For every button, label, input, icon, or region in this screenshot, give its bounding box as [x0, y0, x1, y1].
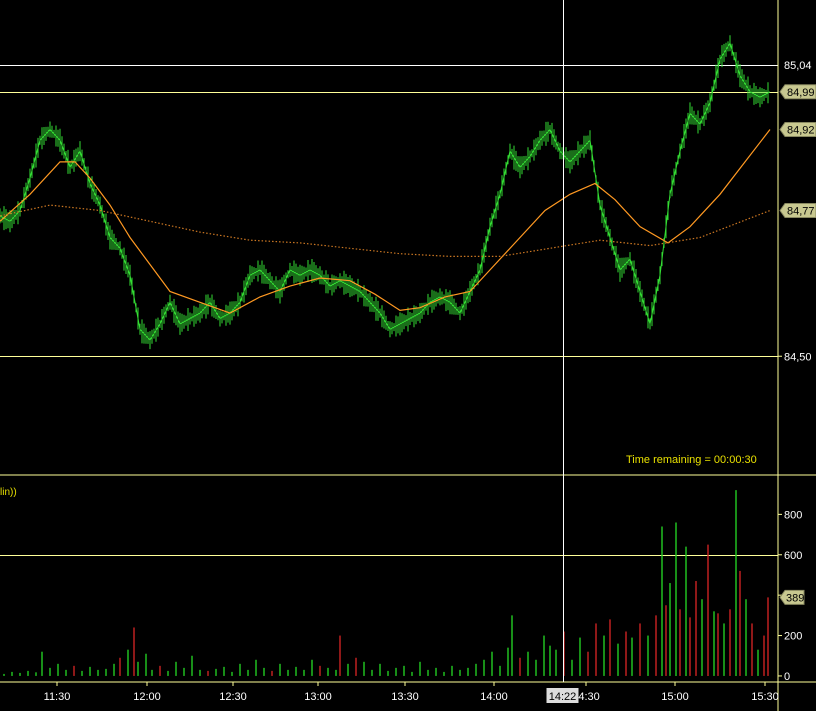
price-volume-chart: 84,5085,0484,9984,9984,9284,770200400600… [0, 0, 816, 711]
volume-y-tick-label: 0 [784, 671, 790, 683]
volume-y-tick-label: 800 [784, 509, 802, 521]
crosshair-time-label: 14:22 [549, 691, 577, 703]
time-tick-label: 15:30 [751, 691, 779, 703]
volume-panel [0, 490, 778, 676]
volume-panel-title: lin)) [0, 487, 17, 498]
time-tick-label: 12:30 [219, 691, 247, 703]
volume-y-tick-label: 600 [784, 550, 802, 562]
volume-y-tick-label: 200 [784, 631, 802, 643]
price-panel [0, 35, 778, 357]
fast-average-line [0, 129, 771, 314]
time-tick-label: 13:00 [304, 691, 332, 703]
time-remaining-label: Time remaining = 00:00:30 [626, 454, 757, 466]
price-level-label: 85,04 [784, 60, 812, 72]
time-tick-label: 13:30 [391, 691, 419, 703]
value-marker-label: 84,99 [787, 87, 815, 99]
time-tick-label: 11:30 [44, 691, 71, 703]
value-marker-label: 84,92 [787, 125, 815, 137]
axis-layer: 84,5085,0484,9984,9984,9284,770200400600… [0, 0, 816, 711]
price-y-tick-label: 84,50 [784, 351, 812, 363]
time-tick-label: 14:00 [480, 691, 508, 703]
time-tick-label: 12:00 [133, 691, 161, 703]
time-tick-label: 15:00 [661, 691, 689, 703]
volume-last-value-label: 389 [786, 592, 804, 604]
value-marker-label: 84,77 [787, 206, 815, 218]
